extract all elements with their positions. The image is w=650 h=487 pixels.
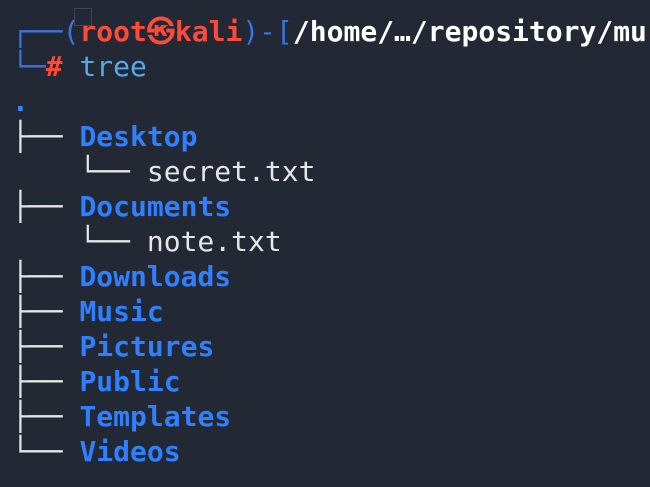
tree-entry: ├── Pictures xyxy=(12,329,214,364)
tree-connector: ├── xyxy=(12,120,80,153)
prompt-frame-close: └─ xyxy=(12,50,46,83)
prompt-frame-mid: )-[ xyxy=(242,15,293,48)
prompt-command: tree xyxy=(79,50,147,83)
tree-dir-downloads: Downloads xyxy=(79,260,232,293)
terminal-window[interactable]: ┌──(root㉿kali)-[/home/…/repository/mu └─… xyxy=(0,0,650,487)
tree-dir-documents: Documents xyxy=(79,190,232,223)
tree-dir-public: Public xyxy=(79,365,181,398)
tree-dir-desktop: Desktop xyxy=(79,120,198,153)
tree-dir-music: Music xyxy=(79,295,164,328)
tree-entry: ├── Public xyxy=(12,364,181,399)
tree-connector: ├── xyxy=(12,190,80,223)
tree-dir-pictures: Pictures xyxy=(79,330,215,363)
tree-connector: ├── xyxy=(12,260,80,293)
tree-root: . xyxy=(12,84,29,119)
tree-connector: └── xyxy=(12,155,147,188)
tree-connector: └── xyxy=(12,435,80,468)
tree-entry: ├── Downloads xyxy=(12,259,231,294)
tree-entry: ├── Templates xyxy=(12,399,231,434)
prompt-at-symbol: ㉿ xyxy=(146,15,175,48)
prompt-path: /home/…/repository/mu xyxy=(292,15,647,48)
tree-dir-videos: Videos xyxy=(79,435,181,468)
tree-entry: ├── Music xyxy=(12,294,164,329)
tree-connector: ├── xyxy=(12,400,80,433)
tree-dir-templates: Templates xyxy=(79,400,232,433)
tree-entry: ├── Documents xyxy=(12,189,231,224)
prompt-host: kali xyxy=(174,15,243,48)
tree-file-note: note.txt xyxy=(146,225,282,258)
tree-entry: ├── Desktop xyxy=(12,119,197,154)
prompt-frame-open: ┌──( xyxy=(12,15,80,48)
prompt-hash: # xyxy=(45,50,63,83)
tree-entry: └── Videos xyxy=(12,434,181,469)
prompt-command-line: └─# tree xyxy=(12,49,147,84)
tree-connector: └── xyxy=(12,225,147,258)
tree-file-secret: secret.txt xyxy=(146,155,316,188)
tree-connector: ├── xyxy=(12,330,80,363)
prompt-header-line: ┌──(root㉿kali)-[/home/…/repository/mu xyxy=(12,14,647,49)
prompt-user: root xyxy=(79,15,147,48)
tree-connector: ├── xyxy=(12,295,80,328)
tree-entry: └── secret.txt xyxy=(12,154,315,189)
tree-connector: ├── xyxy=(12,365,80,398)
tree-entry: └── note.txt xyxy=(12,224,282,259)
tree-root-dot: . xyxy=(12,85,29,118)
